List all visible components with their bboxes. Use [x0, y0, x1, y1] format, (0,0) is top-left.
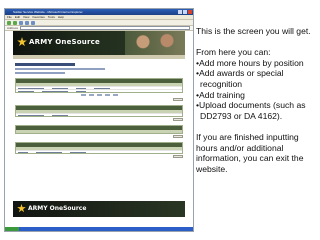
address-label: Address	[7, 25, 19, 30]
website-screenshot: Soldier Service Website - Microsoft Inte…	[4, 8, 194, 232]
page-subtitle	[15, 68, 105, 70]
page-content	[5, 59, 193, 158]
menu-help[interactable]: Help	[58, 15, 64, 19]
page-title	[15, 63, 75, 66]
table-header	[16, 130, 182, 133]
button-row	[15, 155, 183, 158]
upload-document-button[interactable]	[173, 155, 183, 158]
back-icon[interactable]	[7, 20, 11, 25]
forward-icon[interactable]	[13, 20, 17, 25]
table-row[interactable]	[16, 89, 182, 92]
closing-text: If you are finished inputting hours and/…	[196, 131, 304, 174]
button-row	[15, 118, 183, 121]
browser-title-bar: Soldier Service Website - Microsoft Inte…	[5, 9, 193, 15]
site-footer-banner: ARMY OneSource	[13, 201, 185, 217]
options-list: Add more hours by position Add awards or…	[196, 58, 318, 122]
menu-view[interactable]: View	[23, 15, 29, 19]
instructions-panel: This is the screen you will get. From he…	[196, 26, 318, 185]
start-button[interactable]	[5, 227, 19, 231]
add-award-button[interactable]	[173, 118, 183, 121]
menu-edit[interactable]: Edit	[15, 15, 20, 19]
list-item: Add training	[196, 90, 318, 101]
training-section	[15, 125, 183, 134]
options-lead: From here you can:	[196, 47, 271, 58]
windows-taskbar	[5, 227, 193, 231]
home-icon[interactable]	[31, 20, 35, 25]
page-subtitle-2	[15, 72, 65, 74]
window-controls[interactable]	[178, 10, 192, 14]
table-row[interactable]	[16, 150, 182, 153]
button-row	[15, 135, 183, 138]
menu-file[interactable]: File	[7, 15, 12, 19]
site-logo[interactable]: ARMY OneSource	[29, 38, 100, 46]
army-star-icon	[17, 204, 26, 213]
add-hours-button[interactable]	[173, 98, 183, 101]
pagination[interactable]	[15, 94, 183, 97]
awards-section	[15, 105, 183, 117]
add-training-button[interactable]	[173, 135, 183, 138]
stop-icon[interactable]	[19, 20, 23, 25]
list-item: Add awards or special recognition	[196, 68, 318, 89]
address-input[interactable]	[20, 26, 190, 30]
list-item: Upload documents (such as DD2793 or DA 4…	[196, 100, 318, 121]
header-photo	[125, 31, 185, 55]
documents-section	[15, 142, 183, 154]
list-item: Add more hours by position	[196, 58, 318, 69]
table-row[interactable]	[16, 113, 182, 116]
footer-logo[interactable]: ARMY OneSource	[28, 205, 86, 212]
maximize-icon[interactable]	[183, 10, 187, 14]
army-star-icon	[17, 37, 27, 47]
site-header-banner: ARMY OneSource	[13, 31, 185, 55]
hours-by-position-section	[15, 78, 183, 93]
menu-favorites[interactable]: Favorites	[32, 15, 44, 19]
minimize-icon[interactable]	[178, 10, 182, 14]
menu-tools[interactable]: Tools	[48, 15, 55, 19]
button-row	[15, 98, 183, 101]
window-title: Soldier Service Website - Microsoft Inte…	[13, 10, 83, 14]
close-icon[interactable]	[188, 10, 192, 14]
intro-text: This is the screen you will get.	[196, 26, 311, 36]
refresh-icon[interactable]	[25, 20, 29, 25]
